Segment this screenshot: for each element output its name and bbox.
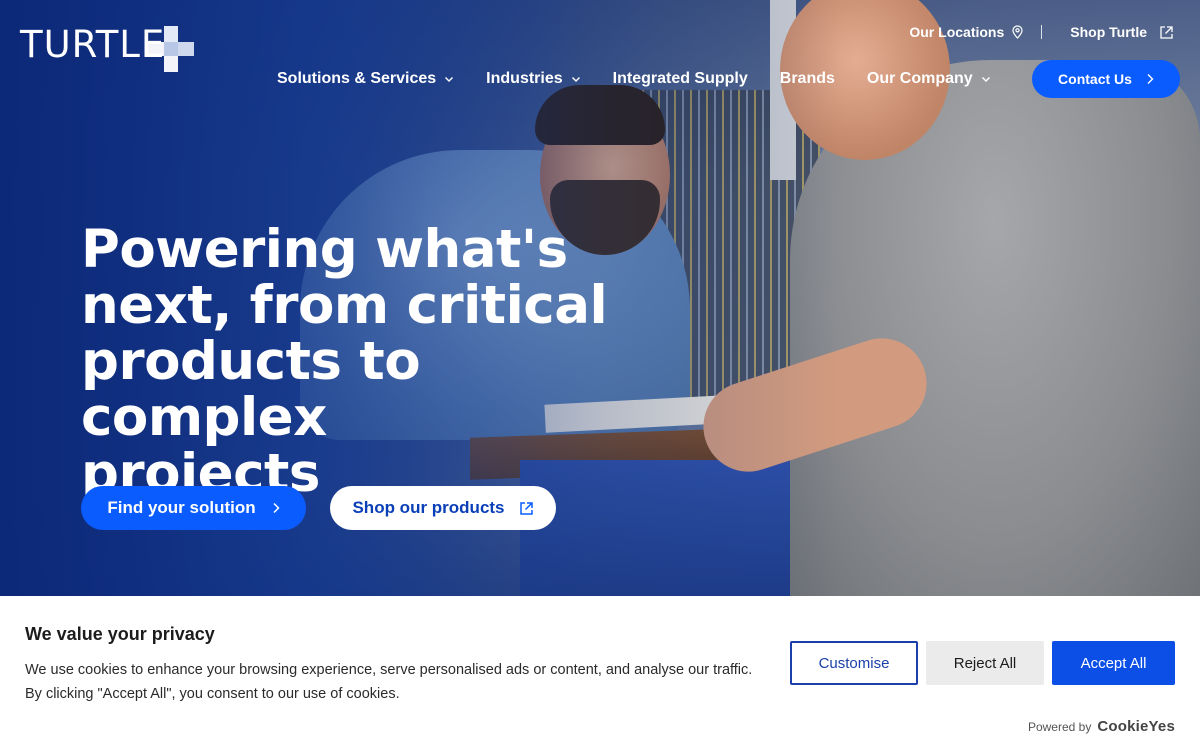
find-your-solution-label: Find your solution — [107, 498, 256, 517]
chevron-down-icon — [571, 77, 580, 82]
contact-us-label: Contact Us — [1058, 71, 1132, 87]
nav-our-company-label: Our Company — [866, 70, 973, 87]
reject-all-button[interactable]: Reject All — [926, 641, 1044, 685]
shop-turtle-label: Shop Turtle — [1070, 24, 1147, 40]
logo-cross-icon — [148, 26, 194, 72]
nav-integrated-supply[interactable]: Integrated Supply — [613, 60, 748, 98]
turtle-logo[interactable]: TURTLE — [20, 23, 194, 72]
map-pin-icon — [1012, 25, 1023, 39]
headline-line: next, from critical — [81, 275, 608, 336]
cookieyes-logo[interactable]: CookieYes — [1097, 718, 1175, 735]
cookie-title: We value your privacy — [25, 624, 215, 644]
headline-line: products to complex — [81, 331, 421, 448]
cookie-text-line: We use cookies to enhance your browsing … — [25, 662, 753, 678]
main-nav: Solutions & Services Industries Integrat… — [277, 60, 1023, 98]
nav-our-company[interactable]: Our Company — [867, 60, 991, 98]
our-locations-link[interactable]: Our Locations — [909, 24, 1023, 40]
customise-button[interactable]: Customise — [790, 641, 918, 685]
nav-industries-label: Industries — [486, 70, 563, 87]
cookie-text-line: By clicking "Accept All", you consent to… — [25, 686, 400, 702]
utility-divider — [1041, 25, 1043, 39]
powered-by: Powered by CookieYes — [1028, 718, 1175, 735]
nav-brands[interactable]: Brands — [780, 60, 835, 98]
cookie-consent-banner: We value your privacy We use cookies to … — [0, 596, 1200, 750]
chevron-down-icon — [445, 77, 454, 82]
chevron-right-icon — [273, 502, 280, 514]
shop-our-products-label: Shop our products — [352, 498, 505, 517]
find-your-solution-button[interactable]: Find your solution — [81, 486, 306, 530]
powered-by-label: Powered by — [1027, 720, 1092, 734]
nav-solutions-services-label: Solutions & Services — [277, 70, 437, 87]
contact-us-button[interactable]: Contact Us — [1032, 60, 1180, 98]
headline-line: Powering what's — [81, 219, 568, 280]
nav-integrated-supply-label: Integrated Supply — [612, 70, 748, 87]
nav-brands-label: Brands — [779, 70, 835, 87]
chevron-down-icon — [981, 77, 990, 82]
external-link-icon — [1160, 25, 1173, 39]
our-locations-label: Our Locations — [909, 24, 1005, 40]
nav-industries[interactable]: Industries — [486, 60, 580, 98]
hero-headline: Powering what's next, from critical prod… — [81, 222, 681, 502]
shop-turtle-link[interactable]: Shop Turtle — [1070, 24, 1174, 40]
accept-all-button[interactable]: Accept All — [1052, 641, 1175, 685]
chevron-right-icon — [1147, 74, 1154, 84]
external-link-icon — [519, 501, 533, 515]
shop-our-products-button[interactable]: Shop our products — [330, 486, 556, 530]
logo-wordmark: TURTLE — [20, 23, 166, 66]
nav-solutions-services[interactable]: Solutions & Services — [277, 60, 454, 98]
cookie-description: We use cookies to enhance your browsing … — [25, 658, 785, 706]
utility-nav: Our Locations Shop Turtle — [909, 24, 1174, 40]
